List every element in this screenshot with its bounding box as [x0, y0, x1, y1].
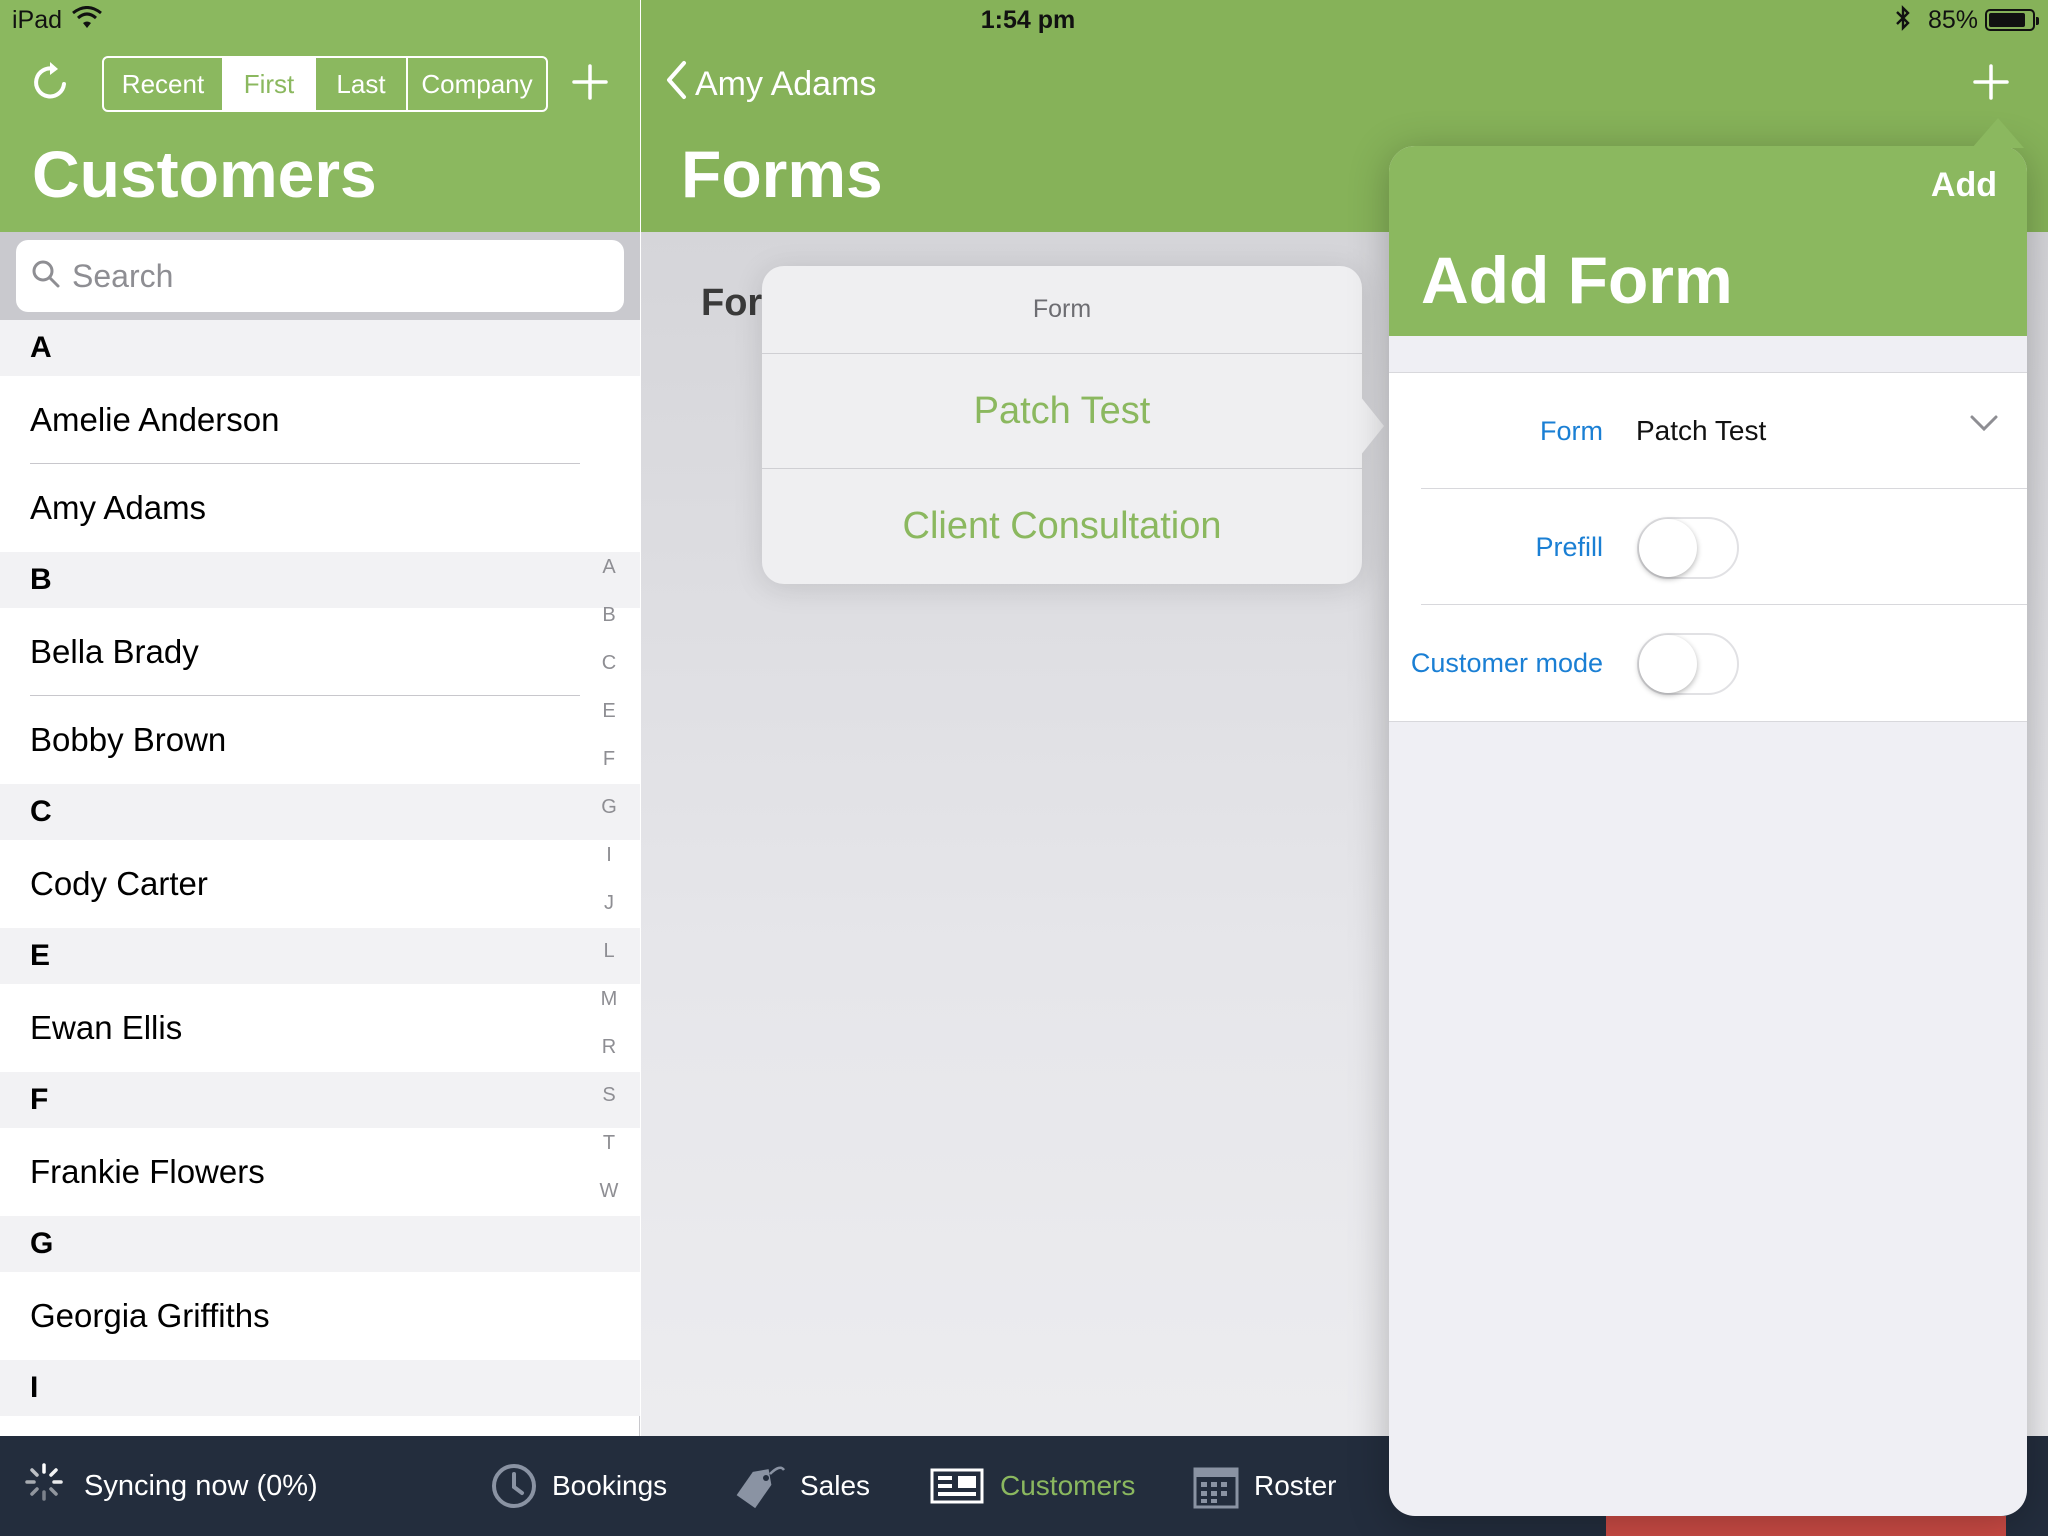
tab-bookings[interactable]: Bookings	[490, 1436, 667, 1536]
index-letter[interactable]: I	[596, 844, 622, 892]
list-item[interactable]: Frankie Flowers	[0, 1128, 640, 1216]
prefill-toggle[interactable]	[1637, 517, 1739, 579]
index-letter[interactable]: S	[596, 1084, 622, 1132]
plus-icon	[1973, 64, 2009, 100]
index-letter[interactable]: F	[596, 748, 622, 796]
list-item[interactable]: Georgia Griffiths	[0, 1272, 640, 1360]
search-bar: Search	[0, 232, 640, 320]
add-form-popover-arrow	[1972, 118, 2024, 148]
price-tag-icon	[736, 1466, 786, 1509]
toggle-knob	[1639, 519, 1697, 577]
index-letter[interactable]: J	[596, 892, 622, 940]
customer-mode-row: Customer mode	[1389, 605, 2027, 721]
battery-percent: 85%	[1928, 6, 1979, 34]
customer-mode-toggle[interactable]	[1637, 633, 1739, 695]
back-label: Amy Adams	[695, 65, 877, 103]
picker-option-client-consultation[interactable]: Client Consultation	[762, 469, 1362, 584]
index-letter[interactable]: A	[596, 556, 622, 604]
picker-title: Form	[762, 266, 1362, 354]
index-letter[interactable]: C	[596, 652, 622, 700]
segment-recent[interactable]: Recent	[104, 58, 224, 110]
clock: 1:54 pm	[980, 6, 1076, 34]
index-letter[interactable]: G	[596, 796, 622, 844]
refresh-icon[interactable]	[28, 60, 72, 104]
tab-roster[interactable]: Roster	[1192, 1436, 1336, 1536]
segment-first[interactable]: First	[224, 58, 316, 110]
toggle-knob	[1639, 635, 1697, 693]
section-header-f: F	[0, 1072, 640, 1128]
status-bar: iPad 1:54 pm 85%	[0, 0, 2048, 40]
search-input[interactable]: Search	[16, 240, 624, 312]
tab-label: Customers	[1000, 1470, 1136, 1501]
bluetooth-icon	[1894, 5, 1912, 38]
tab-label: Bookings	[552, 1470, 668, 1501]
forms-title: Forms	[681, 137, 883, 211]
add-form-title: Add Form	[1421, 243, 1733, 317]
prefill-label: Prefill	[1535, 531, 1603, 562]
list-item[interactable]: Amy Adams	[0, 464, 640, 552]
chevron-left-icon	[665, 60, 687, 109]
sync-label: Syncing now (0%)	[84, 1469, 318, 1502]
sync-status: Syncing now (0%)	[24, 1436, 318, 1536]
list-item[interactable]: Bella Brady	[0, 608, 640, 696]
add-form-header: Add Add Form	[1389, 146, 2027, 336]
list-item[interactable]: Bobby Brown	[0, 696, 640, 784]
status-accent-bar	[1606, 1516, 2006, 1536]
section-header-c: C	[0, 784, 640, 840]
section-header-e: E	[0, 928, 640, 984]
customer-mode-label: Customer mode	[1410, 647, 1603, 678]
segment-company[interactable]: Company	[408, 58, 546, 110]
list-item[interactable]: Cody Carter	[0, 840, 640, 928]
section-header-i: I	[0, 1360, 640, 1416]
index-letter[interactable]: R	[596, 1036, 622, 1084]
form-select-row[interactable]: Form Patch Test	[1389, 373, 2027, 489]
index-letter[interactable]: M	[596, 988, 622, 1036]
segment-last[interactable]: Last	[316, 58, 408, 110]
battery-fill	[1989, 13, 2025, 27]
form-select-value[interactable]: Patch Test	[1636, 373, 1766, 489]
popover-arrow	[1360, 396, 1384, 456]
index-letter[interactable]: W	[596, 1180, 622, 1228]
add-button[interactable]: Add	[1931, 166, 1997, 205]
index-letter[interactable]: L	[596, 940, 622, 988]
list-item[interactable]: Amelie Anderson	[0, 376, 640, 464]
sort-segmented-control: Recent First Last Company	[102, 56, 548, 112]
index-letter[interactable]: T	[596, 1132, 622, 1180]
back-button[interactable]: Amy Adams	[665, 60, 876, 109]
list-item[interactable]: Ewan Ellis	[0, 984, 640, 1072]
chevron-down-icon[interactable]	[1969, 413, 1999, 438]
add-form-popover: Add Add Form Form Patch Test Prefill Cus…	[1389, 146, 2027, 1516]
tab-customers[interactable]: Customers	[930, 1436, 1135, 1536]
forms-section-label: For	[701, 282, 763, 324]
customers-icon	[930, 1468, 984, 1504]
battery-icon	[1985, 9, 2039, 31]
add-form-fields: Form Patch Test Prefill Customer mode	[1389, 372, 2027, 722]
clock-icon	[492, 1464, 536, 1508]
index-letter[interactable]: B	[596, 604, 622, 652]
plus-icon	[572, 64, 608, 100]
page-title: Customers	[32, 137, 377, 211]
tab-label: Roster	[1254, 1470, 1337, 1501]
tab-label: Sales	[800, 1470, 871, 1501]
customers-pane: Recent First Last Company Customers Sear…	[0, 0, 640, 1436]
prefill-row: Prefill	[1389, 489, 2027, 605]
section-header-g: G	[0, 1216, 640, 1272]
section-header-b: B	[0, 552, 640, 608]
search-placeholder: Search	[72, 257, 174, 294]
tab-sales[interactable]: Sales	[730, 1436, 870, 1536]
customer-list[interactable]: A Amelie Anderson Amy Adams B Bella Brad…	[0, 320, 640, 1436]
calendar-icon	[1193, 1467, 1239, 1509]
alphabet-index[interactable]: A B C E F G I J L M R S T W	[596, 556, 622, 1228]
spinner-icon	[24, 1462, 64, 1510]
search-icon	[30, 258, 62, 295]
picker-option-patch-test[interactable]: Patch Test	[762, 354, 1362, 469]
form-picker-popover: Form Patch Test Client Consultation	[762, 266, 1384, 584]
add-customer-button[interactable]	[568, 60, 612, 104]
add-form-button[interactable]	[1969, 60, 2013, 104]
section-header-a: A	[0, 320, 640, 376]
form-label: Form	[1540, 415, 1603, 446]
index-letter[interactable]: E	[596, 700, 622, 748]
